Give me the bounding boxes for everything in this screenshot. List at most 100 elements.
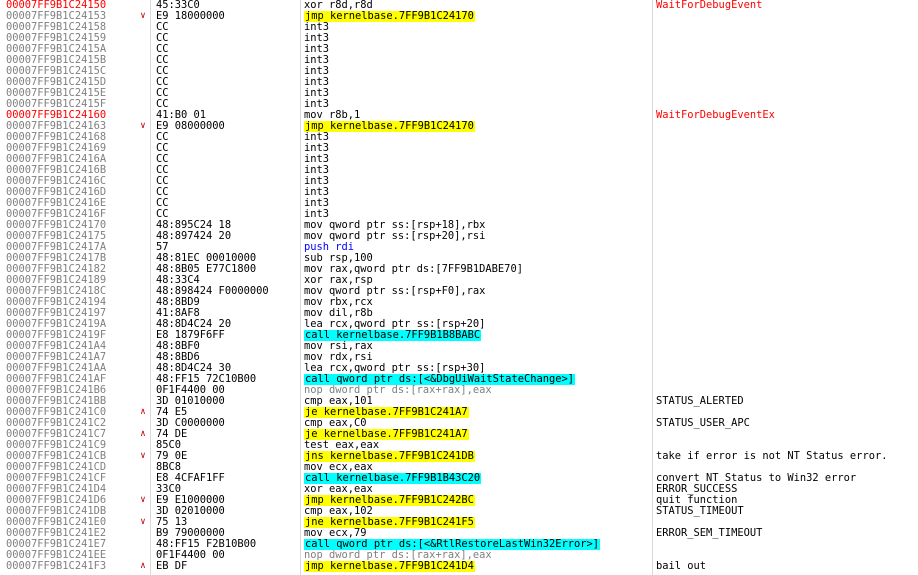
disasm-row[interactable]: 00007FF9B1C241E0 ∨ 75 13 jne kernelbase.7FF… xyxy=(0,517,918,528)
row-instruction: mov rbx,rcx xyxy=(304,297,373,308)
disasm-row[interactable]: 00007FF9B1C24153 ∨ E9 18000000 jmp kernelba… xyxy=(0,11,918,22)
disasm-row[interactable]: 00007FF9B1C241AF 48:FF15 72C10B00 call qwo… xyxy=(0,374,918,385)
row-bytes: 48:81EC 00010000 xyxy=(156,253,257,264)
row-instruction: mov rsi,rax xyxy=(304,341,373,352)
disasm-row[interactable]: 00007FF9B1C2415F CC int3 xyxy=(0,99,918,110)
disasm-row[interactable]: 00007FF9B1C2415B CC int3 xyxy=(0,55,918,66)
disasm-row[interactable]: 00007FF9B1C241C2 3D C0000000 cmp eax,C0 STA… xyxy=(0,418,918,429)
row-address: 00007FF9B1C2416E xyxy=(6,198,107,209)
disasm-row[interactable]: 00007FF9B1C24194 48:8BD9 mov rbx,rcx xyxy=(0,297,918,308)
row-instruction: int3 xyxy=(304,66,330,77)
row-instruction: int3 xyxy=(304,55,330,66)
row-comment: STATUS_TIMEOUT xyxy=(656,506,744,517)
row-comment xyxy=(656,231,916,242)
row-bytes: EB DF xyxy=(156,561,188,572)
disasm-row[interactable]: 00007FF9B1C241CF E8 4CFAF1FF call kernelba… xyxy=(0,473,918,484)
disasm-row[interactable]: 00007FF9B1C24168 CC int3 xyxy=(0,132,918,143)
instruction-text: call kernelbase.7FF9B1B43C20 xyxy=(304,473,482,484)
row-bytes: 79 0E xyxy=(156,451,188,462)
row-address: 00007FF9B1C241D4 xyxy=(6,484,107,495)
disasm-row[interactable]: 00007FF9B1C2418C 48:898424 F0000000 mov qw… xyxy=(0,286,918,297)
instruction-text: jns kernelbase.7FF9B1C241DB xyxy=(304,451,475,462)
row-address: 00007FF9B1C24194 xyxy=(6,297,107,308)
disasm-row[interactable]: 00007FF9B1C2419A 48:8D4C24 20 lea rcx,qwor… xyxy=(0,319,918,330)
jump-arrow-slot xyxy=(137,209,149,220)
jump-arrow-slot xyxy=(137,154,149,165)
disasm-row[interactable]: 00007FF9B1C241A7 48:8BD6 mov rdx,rsi xyxy=(0,352,918,363)
jump-arrow-slot xyxy=(137,506,149,517)
disasm-row[interactable]: 00007FF9B1C241D4 33C0 xor eax,eax ERROR_SUC… xyxy=(0,484,918,495)
row-instruction: call kernelbase.7FF9B1B8BABC xyxy=(304,330,650,341)
disasm-row[interactable]: 00007FF9B1C24182 48:8B05 E77C1800 mov rax,… xyxy=(0,264,918,275)
row-comment xyxy=(656,11,916,22)
row-instruction: int3 xyxy=(304,99,330,110)
row-address: 00007FF9B1C2415E xyxy=(6,88,107,99)
jump-arrow-slot xyxy=(137,440,149,451)
disasm-row[interactable]: 00007FF9B1C241EE 0F1F4400 00 nop dword ptr… xyxy=(0,550,918,561)
row-bytes: 0F1F4400 00 xyxy=(156,385,225,396)
disassembly-view[interactable]: 00007FF9B1C24150 45:33C0 xor r8d,r8d WaitFo… xyxy=(0,0,918,575)
disasm-row[interactable]: 00007FF9B1C2416B CC int3 xyxy=(0,165,918,176)
disasm-row[interactable]: 00007FF9B1C24189 48:33C4 xor rax,rsp xyxy=(0,275,918,286)
disasm-row[interactable]: 00007FF9B1C2416E CC int3 xyxy=(0,198,918,209)
disasm-row[interactable]: 00007FF9B1C241B6 0F1F4400 00 nop dword ptr… xyxy=(0,385,918,396)
row-address: 00007FF9B1C2418C xyxy=(6,286,107,297)
jump-arrow-slot xyxy=(137,330,149,341)
row-comment: WaitForDebugEventEx xyxy=(656,110,775,121)
disasm-row[interactable]: 00007FF9B1C241CD 8BC8 mov ecx,eax xyxy=(0,462,918,473)
disasm-row[interactable]: 00007FF9B1C2415A CC int3 xyxy=(0,44,918,55)
row-instruction: int3 xyxy=(304,165,330,176)
disasm-row[interactable]: 00007FF9B1C241C9 85C0 test eax,eax xyxy=(0,440,918,451)
row-bytes: 48:897424 20 xyxy=(156,231,232,242)
row-bytes: E8 4CFAF1FF xyxy=(156,473,225,484)
jump-arrow-icon: ∨ xyxy=(140,495,146,505)
disasm-row[interactable]: 00007FF9B1C24160 41:B0 01 mov r8b,1 WaitFor… xyxy=(0,110,918,121)
disasm-row[interactable]: 00007FF9B1C24175 48:897424 20 mov qword pt… xyxy=(0,231,918,242)
disasm-row[interactable]: 00007FF9B1C2416F CC int3 xyxy=(0,209,918,220)
disasm-row[interactable]: 00007FF9B1C2417A 57 push rdi xyxy=(0,242,918,253)
row-address: 00007FF9B1C2417B xyxy=(6,253,107,264)
row-bytes: CC xyxy=(156,99,169,110)
disasm-row[interactable]: 00007FF9B1C241E2 B9 79000000 mov ecx,79 ERR… xyxy=(0,528,918,539)
disasm-row[interactable]: 00007FF9B1C24150 45:33C0 xor r8d,r8d WaitFo… xyxy=(0,0,918,11)
row-address: 00007FF9B1C24159 xyxy=(6,33,107,44)
disasm-row[interactable]: 00007FF9B1C2416D CC int3 xyxy=(0,187,918,198)
disasm-row[interactable]: 00007FF9B1C241D6 ∨ E9 E1000000 jmp kernelba… xyxy=(0,495,918,506)
disasm-row[interactable]: 00007FF9B1C241AA 48:8D4C24 30 lea rcx,qwor… xyxy=(0,363,918,374)
disasm-row[interactable]: 00007FF9B1C241F3 ∧ EB DF jmp kernelbase.7FF… xyxy=(0,561,918,572)
disasm-row[interactable]: 00007FF9B1C241C7 ∧ 74 DE je kernelbase.7FF9… xyxy=(0,429,918,440)
row-address: 00007FF9B1C24168 xyxy=(6,132,107,143)
row-address: 00007FF9B1C24197 xyxy=(6,308,107,319)
disasm-row[interactable]: 00007FF9B1C24159 CC int3 xyxy=(0,33,918,44)
disasm-row[interactable]: 00007FF9B1C2415E CC int3 xyxy=(0,88,918,99)
disasm-row[interactable]: 00007FF9B1C2415C CC int3 xyxy=(0,66,918,77)
disasm-row[interactable]: 00007FF9B1C241DB 3D 02010000 cmp eax,102 ST… xyxy=(0,506,918,517)
disasm-row[interactable]: 00007FF9B1C2415D CC int3 xyxy=(0,77,918,88)
disasm-row[interactable]: 00007FF9B1C241C0 ∧ 74 E5 je kernelbase.7FF9… xyxy=(0,407,918,418)
row-instruction: jmp kernelbase.7FF9B1C241D4 xyxy=(304,561,650,572)
disasm-row[interactable]: 00007FF9B1C24158 CC int3 xyxy=(0,22,918,33)
disasm-row[interactable]: 00007FF9B1C24169 CC int3 xyxy=(0,143,918,154)
disasm-row[interactable]: 00007FF9B1C2416A CC int3 xyxy=(0,154,918,165)
disasm-row[interactable]: 00007FF9B1C2417B 48:81EC 00010000 sub rsp,… xyxy=(0,253,918,264)
disasm-row[interactable]: 00007FF9B1C241A4 48:8BF0 mov rsi,rax xyxy=(0,341,918,352)
row-bytes: B9 79000000 xyxy=(156,528,225,539)
row-address: 00007FF9B1C2416B xyxy=(6,165,107,176)
disasm-row[interactable]: 00007FF9B1C24197 41:8AF8 mov dil,r8b xyxy=(0,308,918,319)
disasm-row[interactable]: 00007FF9B1C2416C CC int3 xyxy=(0,176,918,187)
row-instruction: cmp eax,102 xyxy=(304,506,373,517)
row-instruction: mov rax,qword ptr ds:[7FF9B1DABE70] xyxy=(304,264,523,275)
row-instruction: cmp eax,101 xyxy=(304,396,373,407)
row-comment xyxy=(656,33,916,44)
row-address: 00007FF9B1C24163 xyxy=(6,121,107,132)
disasm-row[interactable]: 00007FF9B1C241CB ∨ 79 0E jns kernelbase.7FF… xyxy=(0,451,918,462)
row-comment: ERROR_SEM_TIMEOUT xyxy=(656,528,763,539)
jump-arrow-icon: ∨ xyxy=(140,451,146,461)
disasm-row[interactable]: 00007FF9B1C241BB 3D 01010000 cmp eax,101 ST… xyxy=(0,396,918,407)
disasm-row[interactable]: 00007FF9B1C24163 ∨ E9 08000000 jmp kernelba… xyxy=(0,121,918,132)
row-address: 00007FF9B1C2415A xyxy=(6,44,107,55)
row-bytes: 48:8BD9 xyxy=(156,297,200,308)
disasm-row[interactable]: 00007FF9B1C241E7 48:FF15 F2B10B00 call qwo… xyxy=(0,539,918,550)
disasm-row[interactable]: 00007FF9B1C24170 48:895C24 18 mov qword pt… xyxy=(0,220,918,231)
disasm-row[interactable]: 00007FF9B1C2419F E8 1879F6FF call kernelba… xyxy=(0,330,918,341)
